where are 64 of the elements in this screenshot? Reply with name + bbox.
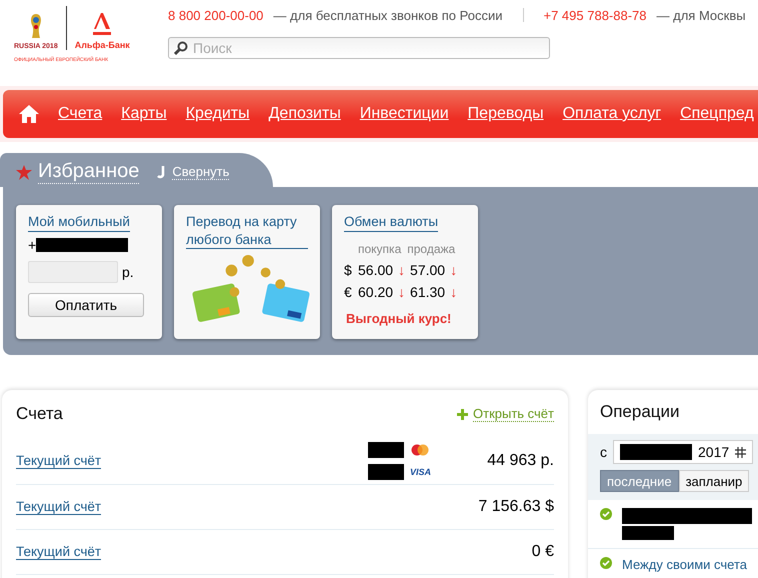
sell-rate: 57.00: [410, 262, 446, 278]
down-arrow: ↓: [450, 284, 458, 300]
card-title-link[interactable]: Обмен валюты: [344, 213, 438, 232]
amount-field[interactable]: [28, 260, 118, 283]
bank-logo-icon: [91, 12, 114, 36]
account-balance: 0 €: [530, 543, 554, 561]
operation-link[interactable]: Между своими счета: [622, 557, 747, 572]
home-icon: [19, 105, 39, 123]
phone-number: +7 495 788-88-78: [544, 8, 647, 22]
two-circles-icon: [410, 444, 430, 456]
nav-link[interactable]: Оплата услуг: [562, 105, 662, 123]
currency-symbol: €: [344, 284, 353, 300]
account-balance: 7 156.63 $: [477, 498, 554, 516]
favorites-title[interactable]: Избранное: [38, 160, 140, 184]
buy-header: покупка: [358, 242, 402, 256]
nav-link[interactable]: Депозиты: [268, 105, 341, 123]
down-arrow: ↓: [450, 262, 458, 278]
panel-title: Счета: [16, 404, 63, 424]
promo-text: Выгодный курс!: [346, 310, 452, 326]
date-prefix: с: [600, 444, 607, 460]
hook-icon: [157, 164, 166, 180]
account-balance: 44 963 р.: [486, 452, 554, 470]
panel-title: Операции: [599, 401, 681, 423]
account-link[interactable]: Текущий счёт: [16, 453, 102, 469]
card-title-link[interactable]: Перевод на карту любого банка: [186, 213, 308, 250]
plus-icon: [457, 408, 468, 420]
redaction-block: [368, 464, 404, 480]
redaction-block: [622, 526, 674, 540]
currency-label: р.: [122, 264, 134, 280]
card-logo: VISA: [410, 467, 432, 477]
date-year: 2017: [698, 444, 730, 460]
buy-rate: 56.00: [358, 262, 394, 278]
down-arrow: ↓: [398, 284, 406, 300]
buy-rate: 60.20: [358, 284, 394, 300]
calendar-icon: [735, 446, 746, 458]
currency-symbol: $: [344, 262, 353, 278]
bank-name: Альфа-Банк: [74, 40, 130, 50]
phone-prefix: +: [28, 236, 36, 253]
search-icon: [174, 41, 188, 55]
nav-link[interactable]: Инвестиции: [360, 105, 449, 123]
nav-link[interactable]: Карты: [121, 105, 167, 123]
open-account-link[interactable]: Открыть счёт: [473, 406, 554, 422]
operations-tab[interactable]: последние: [600, 470, 679, 492]
phone-number: 8 800 200-00-00: [168, 8, 264, 22]
redaction-block: [620, 444, 692, 460]
nav-link[interactable]: Счета: [58, 105, 102, 123]
collapse-link[interactable]: Свернуть: [172, 164, 230, 180]
nav-link[interactable]: Кредиты: [186, 105, 250, 123]
nav-link[interactable]: Переводы: [468, 105, 544, 123]
sell-header: продажа: [407, 242, 456, 256]
search-field[interactable]: Поиск: [168, 37, 550, 59]
pay-button[interactable]: Оплатить: [28, 292, 144, 317]
phone-note: — для бесплатных звонков по России: [273, 8, 502, 22]
account-link[interactable]: Текущий счёт: [16, 499, 102, 515]
operations-tab[interactable]: запланир: [678, 470, 750, 492]
sell-rate: 61.30: [410, 284, 446, 300]
nav-link[interactable]: Спецпред: [680, 105, 754, 123]
star-icon: [16, 164, 32, 180]
redaction-block: [368, 442, 404, 458]
date-field[interactable]: 2017: [613, 440, 754, 464]
card-title-link[interactable]: Мой мобильный: [28, 213, 130, 232]
phone-note: — для Москвы: [656, 8, 746, 22]
down-arrow: ↓: [398, 262, 406, 278]
account-link[interactable]: Текущий счёт: [16, 544, 102, 560]
